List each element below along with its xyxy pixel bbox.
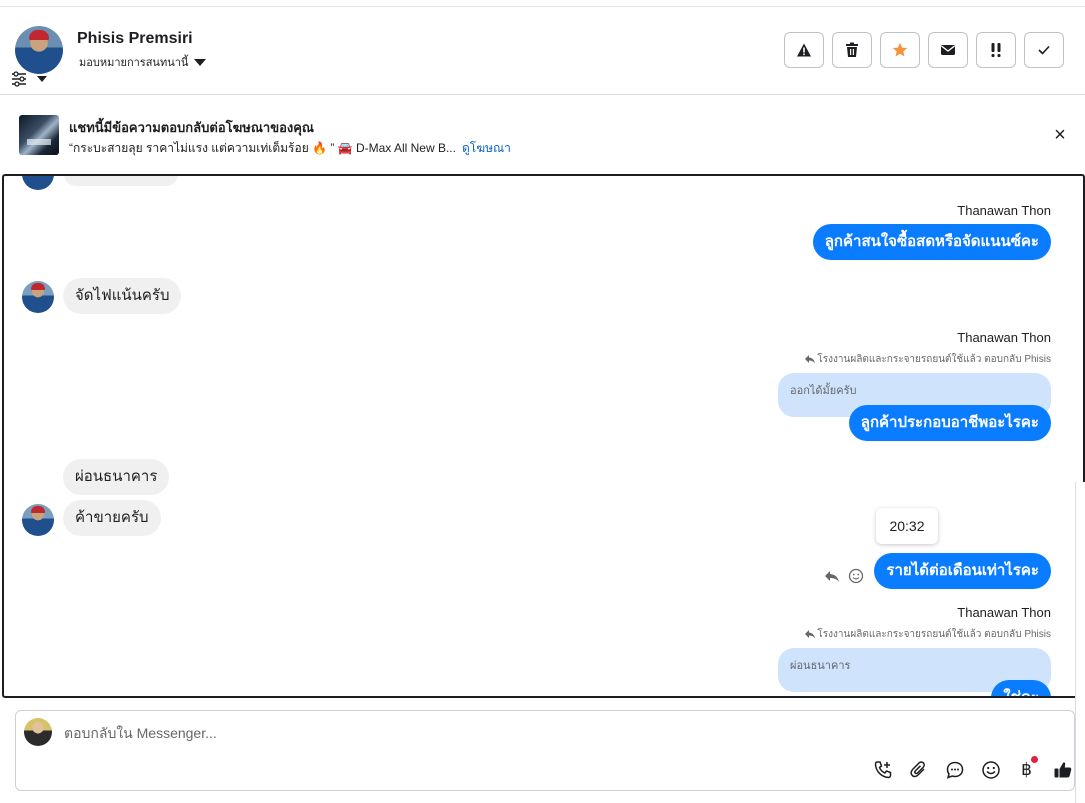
- assign-conversation-dropdown[interactable]: มอบหมายการสนทนานี้: [79, 53, 207, 71]
- avatar: [22, 176, 54, 190]
- reply-input[interactable]: [64, 723, 864, 743]
- reply-meta: โรงงานผลิตและกระจายรถยนต์ใช้แล้ว ตอบกลับ…: [805, 627, 1051, 642]
- assign-label: มอบหมายการสนทนานี้: [79, 57, 189, 69]
- reply-icon[interactable]: [824, 568, 840, 584]
- thumbs-up-button[interactable]: [1051, 758, 1074, 781]
- incoming-bubble-partial: [64, 176, 178, 186]
- outgoing-bubble[interactable]: รายได้ต่อเดือนเท่าไรคะ: [874, 553, 1051, 589]
- view-ad-link[interactable]: ดูโฆษณา: [462, 141, 511, 155]
- done-button[interactable]: [1024, 32, 1064, 68]
- header-actions: [784, 32, 1064, 68]
- message-composer: ฿: [15, 710, 1075, 791]
- star-icon: [892, 42, 908, 57]
- contact-name: Phisis Premsiri: [77, 30, 193, 47]
- trash-icon: [846, 42, 858, 57]
- add-call-icon: [874, 760, 891, 778]
- avatar: [22, 504, 54, 536]
- close-icon[interactable]: ×: [1051, 125, 1069, 145]
- reply-arrow-icon: [805, 355, 816, 364]
- contact-avatar[interactable]: [15, 26, 63, 74]
- sender-name: Thanawan Thon: [957, 605, 1051, 620]
- saved-reply-button[interactable]: [943, 758, 966, 781]
- reply-meta: โรงงานผลิตและกระจายรถยนต์ใช้แล้ว ตอบกลับ…: [805, 352, 1051, 367]
- emoji-button[interactable]: [979, 758, 1002, 781]
- avatar: [22, 281, 54, 313]
- sender-name: Thanawan Thon: [957, 203, 1051, 218]
- chevron-down-icon: [194, 58, 207, 66]
- star-button[interactable]: [880, 32, 920, 68]
- filter-caret-icon[interactable]: [37, 76, 47, 82]
- filter-sliders-icon[interactable]: [11, 71, 27, 87]
- envelope-icon: [941, 45, 955, 55]
- baht-payment-icon: ฿: [1021, 759, 1032, 780]
- reply-arrow-icon: [805, 630, 816, 639]
- check-icon: [1038, 45, 1050, 55]
- spam-button[interactable]: [784, 32, 824, 68]
- add-call-button[interactable]: [871, 758, 894, 781]
- timestamp-tooltip: 20:32: [876, 508, 938, 544]
- incoming-bubble[interactable]: ค้าขายครับ: [63, 500, 161, 536]
- conversation-header: Phisis Premsiri มอบหมายการสนทนานี้: [0, 7, 1085, 95]
- saved-reply-icon: [946, 761, 963, 779]
- mark-unread-button[interactable]: [928, 32, 968, 68]
- thumbs-up-icon: [1054, 761, 1071, 777]
- reply-meta-text: โรงงานผลิตและกระจายรถยนต์ใช้แล้ว ตอบกลับ…: [817, 629, 1051, 640]
- side-panel-edge: [1075, 482, 1085, 803]
- outgoing-bubble[interactable]: ลูกค้าประกอบอาชีพอะไรคะ: [848, 405, 1051, 441]
- warning-icon: [797, 43, 811, 57]
- exclamation-icon: [991, 43, 1001, 57]
- attach-button[interactable]: [907, 758, 930, 781]
- attach-icon: [909, 760, 925, 777]
- ad-reply-banner: แชทนี้มีข้อความตอบกลับต่อโฆษณาของคุณ “กร…: [0, 96, 1085, 174]
- incoming-bubble[interactable]: จัดไฟแน้นครับ: [63, 278, 182, 314]
- delete-button[interactable]: [832, 32, 872, 68]
- react-emoji-icon[interactable]: [848, 568, 864, 584]
- composer-tools: ฿: [871, 756, 1074, 781]
- incoming-bubble[interactable]: ผ่อนธนาคาร: [63, 459, 170, 495]
- quoted-text: ออกได้มั้ยครับ: [790, 385, 857, 397]
- payment-button[interactable]: ฿: [1015, 756, 1038, 781]
- quoted-text: ผ่อนธนาคาร: [790, 660, 851, 672]
- notification-dot: [1031, 756, 1038, 763]
- ad-banner-subtitle: “กระบะสายลุย ราคาไม่แรง แต่ความเท่เต็มร้…: [69, 139, 511, 158]
- follow-up-button[interactable]: [976, 32, 1016, 68]
- emoji-icon: [981, 760, 1000, 779]
- page-avatar: [24, 718, 52, 746]
- sender-name: Thanawan Thon: [957, 330, 1051, 345]
- outgoing-bubble[interactable]: ลูกค้าสนใจซื้อสดหรือจัดแนนซ์คะ: [812, 224, 1051, 260]
- message-tools: [824, 568, 864, 584]
- outgoing-bubble[interactable]: ใช่คะ: [991, 680, 1051, 696]
- ad-banner-title: แชทนี้มีข้อความตอบกลับต่อโฆษณาของคุณ: [69, 120, 314, 135]
- ad-thumbnail[interactable]: [19, 115, 59, 155]
- reply-meta-text: โรงงานผลิตและกระจายรถยนต์ใช้แล้ว ตอบกลับ…: [817, 354, 1051, 365]
- ad-caption: “กระบะสายลุย ราคาไม่แรง แต่ความเท่เต็มร้…: [69, 141, 456, 155]
- message-thread[interactable]: Thanawan Thon ลูกค้าสนใจซื้อสดหรือจัดแนน…: [2, 174, 1085, 698]
